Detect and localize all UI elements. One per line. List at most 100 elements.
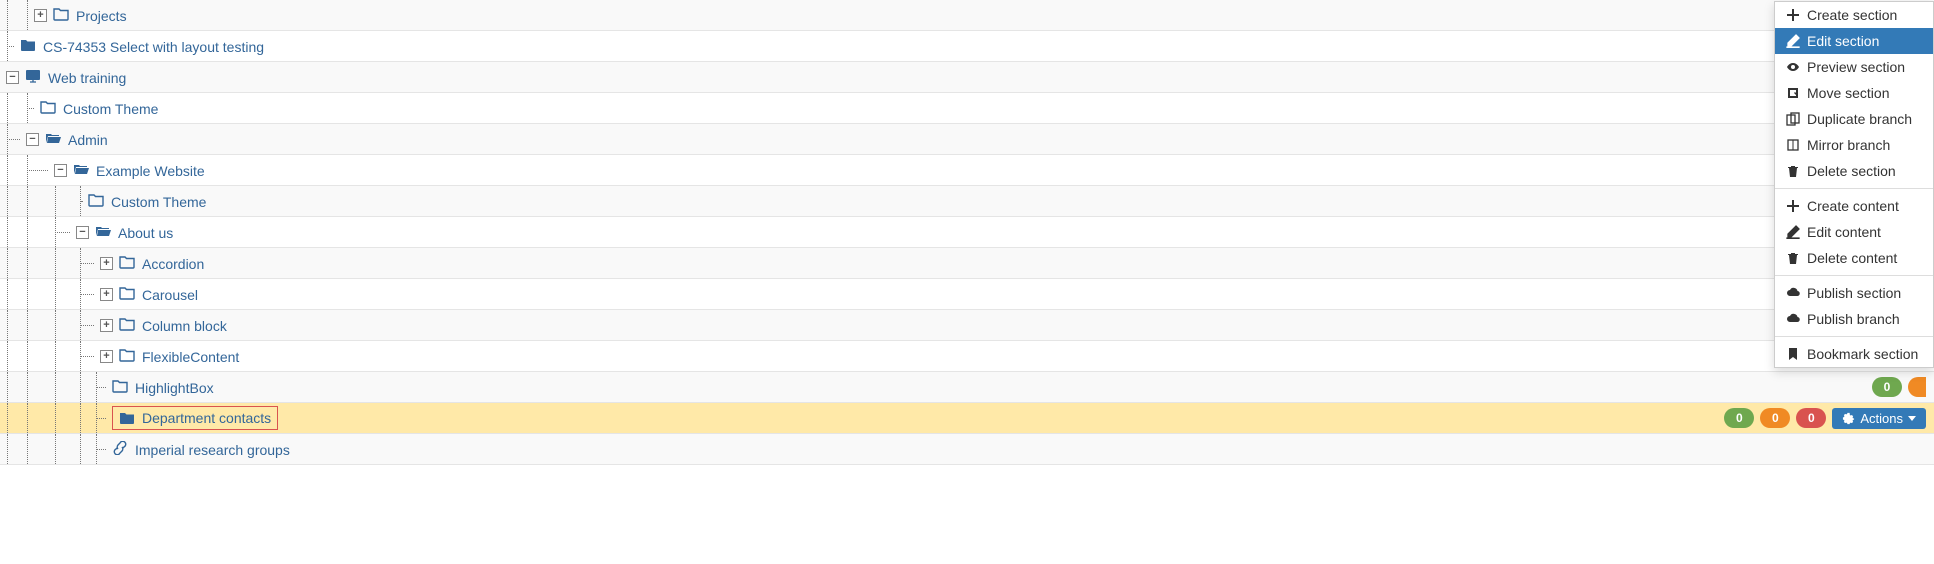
tree-label-area: CS-74353 Select with layout testing xyxy=(0,31,1872,61)
node-label[interactable]: HighlightBox xyxy=(135,380,214,396)
tree-label-area: HighlightBox xyxy=(0,372,1872,402)
tree-row-carousel[interactable]: +Carousel0 xyxy=(0,279,1934,310)
folder-solid-icon xyxy=(20,38,36,52)
folder-icon xyxy=(119,348,135,362)
node-label[interactable]: Carousel xyxy=(142,287,198,303)
cloud-icon xyxy=(1786,312,1800,326)
menu-item-label: Create section xyxy=(1807,7,1897,23)
menu-item-label: Bookmark section xyxy=(1807,346,1918,362)
folder-open-icon xyxy=(73,162,89,176)
menu-item-label: Preview section xyxy=(1807,59,1905,75)
node-label[interactable]: Department contacts xyxy=(142,410,271,426)
tree-row-imperial[interactable]: Imperial research groups xyxy=(0,434,1934,465)
cloud-icon xyxy=(1786,286,1800,300)
status-badge-green: 0 xyxy=(1724,408,1754,428)
tree-label-area: Custom Theme xyxy=(0,93,1872,123)
tree-row-deptcontacts[interactable]: Department contacts000Actions xyxy=(0,403,1934,434)
expand-toggle[interactable]: + xyxy=(100,257,113,270)
tree-label-area: + Accordion xyxy=(0,248,1872,278)
node-label[interactable]: About us xyxy=(118,225,173,241)
menu-item-label: Duplicate branch xyxy=(1807,111,1912,127)
tree-row-projects[interactable]: +Projects1 xyxy=(0,0,1934,31)
tree-row-aboutus[interactable]: −About us6 xyxy=(0,217,1934,248)
mirror-icon xyxy=(1786,138,1800,152)
blackboard-icon xyxy=(25,69,41,83)
row-badges: 0 xyxy=(1872,377,1934,397)
tree-label-area: − Admin xyxy=(0,124,1872,154)
folder-open-icon xyxy=(45,131,61,145)
menu-item-move-section[interactable]: Move section xyxy=(1775,80,1933,106)
node-label[interactable]: Imperial research groups xyxy=(135,442,290,458)
menu-item-label: Delete content xyxy=(1807,250,1897,266)
tree-label-area: + Carousel xyxy=(0,279,1872,309)
menu-item-delete-content[interactable]: Delete content xyxy=(1775,245,1933,271)
expand-toggle[interactable]: + xyxy=(100,350,113,363)
plus-icon xyxy=(1786,199,1800,213)
menu-item-label: Publish branch xyxy=(1807,311,1900,327)
edit-icon xyxy=(1786,34,1800,48)
menu-item-create-section[interactable]: Create section xyxy=(1775,2,1933,28)
node-label[interactable]: CS-74353 Select with layout testing xyxy=(43,39,264,55)
tree-row-cs74353[interactable]: CS-74353 Select with layout testing1 xyxy=(0,31,1934,62)
collapse-toggle[interactable]: − xyxy=(26,133,39,146)
menu-item-preview-section[interactable]: Preview section xyxy=(1775,54,1933,80)
tree-row-webtraining[interactable]: −Web training3 xyxy=(0,62,1934,93)
tree-label-area: Imperial research groups xyxy=(0,434,1926,464)
folder-icon xyxy=(88,193,104,207)
menu-item-publish-section[interactable]: Publish section xyxy=(1775,280,1933,306)
menu-item-edit-content[interactable]: Edit content xyxy=(1775,219,1933,245)
menu-item-label: Move section xyxy=(1807,85,1889,101)
link-icon xyxy=(112,441,128,455)
tree-row-accordion[interactable]: +Accordion0 xyxy=(0,248,1934,279)
node-label[interactable]: Custom Theme xyxy=(111,194,206,210)
menu-divider xyxy=(1775,188,1933,189)
node-label[interactable]: Column block xyxy=(142,318,227,334)
menu-divider xyxy=(1775,275,1933,276)
node-label[interactable]: Accordion xyxy=(142,256,204,272)
collapse-toggle[interactable]: − xyxy=(6,71,19,84)
expand-toggle[interactable]: + xyxy=(34,9,47,22)
collapse-toggle[interactable]: − xyxy=(54,164,67,177)
tree-row-customtheme1[interactable]: Custom Theme0 xyxy=(0,93,1934,124)
node-label[interactable]: Example Website xyxy=(96,163,205,179)
site-tree: +Projects1CS-74353 Select with layout te… xyxy=(0,0,1934,465)
tree-row-highlightbox[interactable]: HighlightBox 0 xyxy=(0,372,1934,403)
tree-label-area: − Example Website xyxy=(0,155,1872,185)
tree-row-customtheme2[interactable]: Custom Theme1 xyxy=(0,186,1934,217)
menu-item-duplicate-branch[interactable]: Duplicate branch xyxy=(1775,106,1933,132)
node-label[interactable]: FlexibleContent xyxy=(142,349,239,365)
context-menu: Create section Edit section Preview sectio… xyxy=(1774,1,1934,368)
edit-icon xyxy=(1786,225,1800,239)
menu-item-bookmark-section[interactable]: Bookmark section xyxy=(1775,341,1933,367)
menu-item-label: Mirror branch xyxy=(1807,137,1890,153)
eye-icon xyxy=(1786,60,1800,74)
menu-item-label: Create content xyxy=(1807,198,1899,214)
collapse-toggle[interactable]: − xyxy=(76,226,89,239)
menu-item-delete-section[interactable]: Delete section xyxy=(1775,158,1933,184)
tree-row-flexible[interactable]: +FlexibleContent0 xyxy=(0,341,1934,372)
tree-row-columnblock[interactable]: +Column block0 xyxy=(0,310,1934,341)
node-label[interactable]: Projects xyxy=(76,8,127,24)
actions-label: Actions xyxy=(1860,411,1903,426)
status-badge-green: 0 xyxy=(1872,377,1902,397)
node-label[interactable]: Admin xyxy=(68,132,108,148)
tree-label-area: + Projects xyxy=(0,0,1872,30)
tree-row-admin[interactable]: −Admin0 xyxy=(0,124,1934,155)
tree-label-area: − About us xyxy=(0,217,1872,247)
trash-icon xyxy=(1786,164,1800,178)
tree-row-example[interactable]: −Example Website1 xyxy=(0,155,1934,186)
folder-icon xyxy=(112,379,128,393)
node-label[interactable]: Custom Theme xyxy=(63,101,158,117)
expand-toggle[interactable]: + xyxy=(100,319,113,332)
node-label[interactable]: Web training xyxy=(48,70,126,86)
tree-label-area: + FlexibleContent xyxy=(0,341,1872,371)
menu-item-publish-branch[interactable]: Publish branch xyxy=(1775,306,1933,332)
folder-icon xyxy=(40,100,56,114)
menu-item-create-content[interactable]: Create content xyxy=(1775,193,1933,219)
expand-toggle[interactable]: + xyxy=(100,288,113,301)
menu-item-mirror-branch[interactable]: Mirror branch xyxy=(1775,132,1933,158)
menu-item-edit-section[interactable]: Edit section xyxy=(1775,28,1933,54)
chevron-down-icon xyxy=(1908,416,1916,421)
move-icon xyxy=(1786,86,1800,100)
actions-button[interactable]: Actions xyxy=(1832,408,1926,429)
